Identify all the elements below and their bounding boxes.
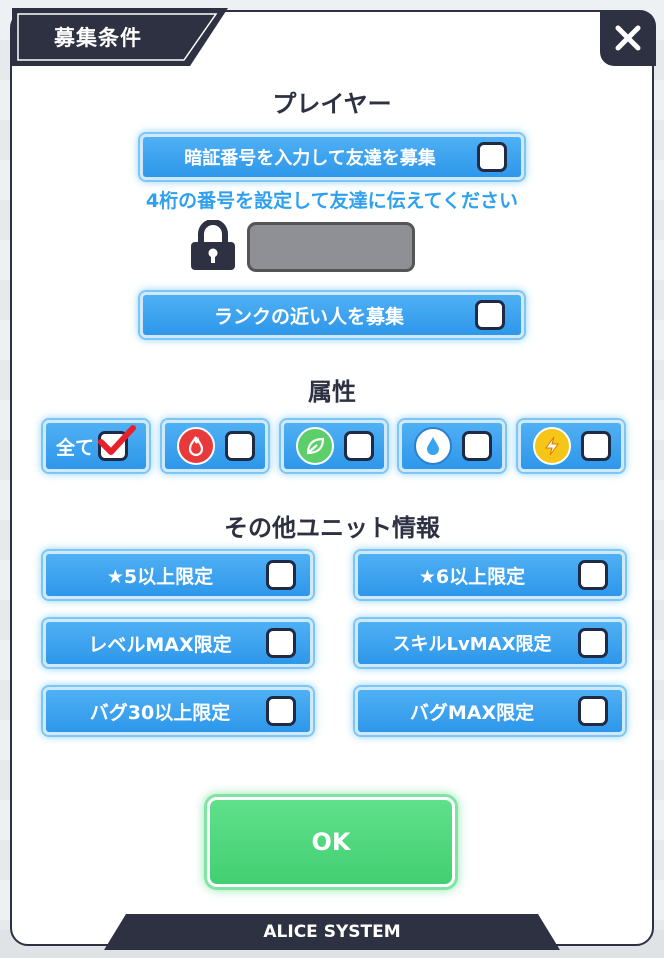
lightning-icon xyxy=(533,427,571,465)
attribute-water-option[interactable] xyxy=(399,420,505,472)
footer-label: ALICE SYSTEM xyxy=(263,922,401,942)
water-drop-icon xyxy=(414,427,452,465)
unit-option-star6[interactable]: ★6以上限定 xyxy=(355,551,625,599)
unit-option-checkbox[interactable] xyxy=(266,696,296,726)
unit-option-bug-max[interactable]: バグMAX限定 xyxy=(355,687,625,735)
attribute-water-checkbox[interactable] xyxy=(462,431,492,461)
dialog-footer-tab: ALICE SYSTEM xyxy=(104,914,560,950)
pin-hint-text: 4桁の番号を設定して友達に伝えてください xyxy=(145,190,519,212)
pin-input-field[interactable] xyxy=(247,222,415,272)
attribute-leaf-checkbox[interactable] xyxy=(344,431,374,461)
lock-icon xyxy=(191,220,235,270)
pin-recruit-checkbox[interactable] xyxy=(477,142,507,172)
unit-option-label: ★6以上限定 xyxy=(418,565,526,588)
attribute-fire-option[interactable] xyxy=(162,420,268,472)
attribute-section-title: 属性 xyxy=(308,378,356,406)
checkmark-icon xyxy=(98,425,137,455)
unit-option-label: レベルMAX限定 xyxy=(88,633,232,656)
close-icon xyxy=(615,25,641,51)
close-button[interactable] xyxy=(600,10,656,66)
unit-option-checkbox[interactable] xyxy=(266,560,296,590)
pin-recruit-option[interactable]: 暗証番号を入力して友達を募集 xyxy=(140,134,524,180)
pin-recruit-label: 暗証番号を入力して友達を募集 xyxy=(184,148,436,169)
attribute-all-checkbox[interactable] xyxy=(98,425,137,461)
unit-option-label: ★5以上限定 xyxy=(106,565,214,588)
attribute-leaf-option[interactable] xyxy=(281,420,387,472)
rank-recruit-label: ランクの近い人を募集 xyxy=(213,305,404,328)
unit-option-label: バグMAX限定 xyxy=(409,701,535,724)
unit-option-checkbox[interactable] xyxy=(578,560,608,590)
fire-icon xyxy=(177,427,215,465)
unit-option-checkbox[interactable] xyxy=(578,696,608,726)
player-section-title: プレイヤー xyxy=(272,90,392,118)
attribute-lightning-option[interactable] xyxy=(518,420,624,472)
unit-option-bug30[interactable]: バグ30以上限定 xyxy=(43,687,313,735)
ok-button[interactable]: OK xyxy=(207,797,455,887)
unit-option-star5[interactable]: ★5以上限定 xyxy=(43,551,313,599)
unit-option-checkbox[interactable] xyxy=(578,628,608,658)
leaf-icon xyxy=(296,427,334,465)
unit-option-label: スキルLvMAX限定 xyxy=(392,634,552,655)
unit-option-level-max[interactable]: レベルMAX限定 xyxy=(43,619,313,667)
dialog-title: 募集条件 xyxy=(54,26,142,50)
unit-section-title: その他ユニット情報 xyxy=(224,514,440,542)
attribute-all-label: 全て xyxy=(56,436,95,459)
rank-recruit-checkbox[interactable] xyxy=(475,300,505,330)
rank-recruit-option[interactable]: ランクの近い人を募集 xyxy=(140,292,524,338)
attribute-lightning-checkbox[interactable] xyxy=(581,431,611,461)
attribute-all-option[interactable]: 全て xyxy=(43,420,149,472)
unit-option-label: バグ30以上限定 xyxy=(89,701,231,724)
attribute-fire-checkbox[interactable] xyxy=(225,431,255,461)
dialog-title-tab: 募集条件 xyxy=(12,8,228,66)
unit-option-checkbox[interactable] xyxy=(266,628,296,658)
unit-option-skill-max[interactable]: スキルLvMAX限定 xyxy=(355,619,625,667)
